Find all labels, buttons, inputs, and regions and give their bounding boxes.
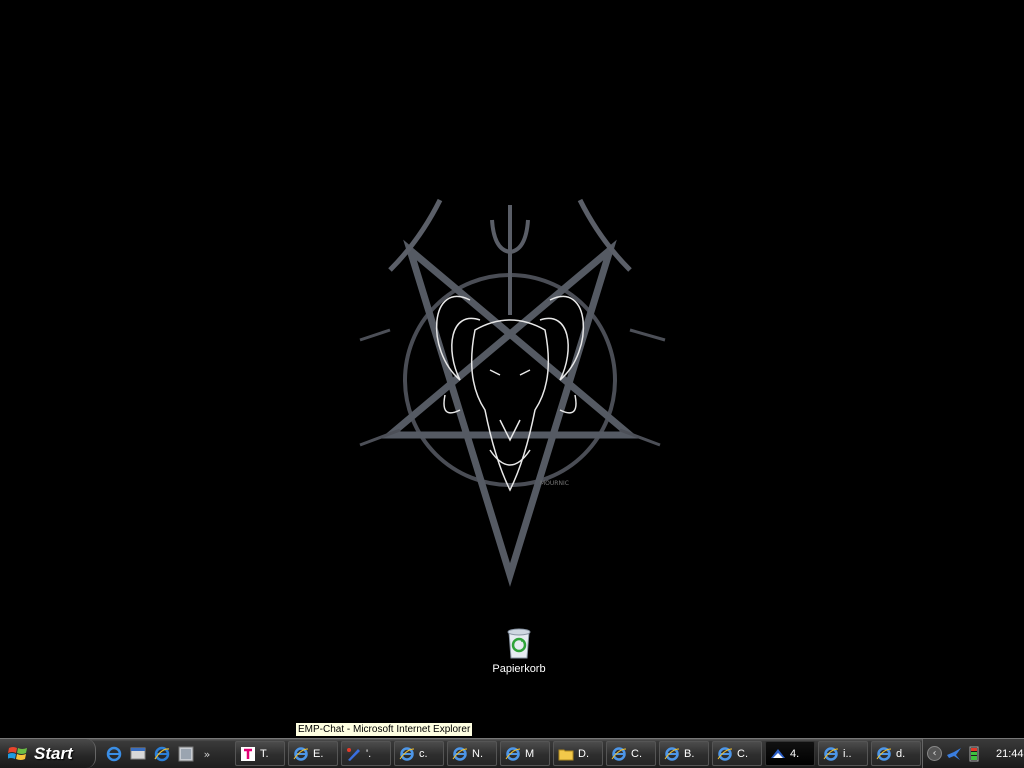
taskbar-button-label: N.	[472, 747, 483, 760]
quick-launch-ie[interactable]	[104, 744, 124, 764]
taskbar-button-label: D.	[578, 747, 589, 760]
taskbar-button[interactable]: d.	[871, 741, 921, 766]
system-tray: ‹ 21:44	[922, 739, 1024, 768]
taskbar-button-label: C.	[631, 747, 642, 760]
clock[interactable]: 21:44	[996, 748, 1024, 760]
desktop[interactable]: MOURNIC Papierkorb	[0, 0, 1024, 738]
taskbar-tooltip: EMP-Chat - Microsoft Internet Explorer	[295, 722, 474, 737]
taskbar-button[interactable]: C.	[712, 741, 762, 766]
taskbar: Start » T. E. '. c. N. M D. C. B. C. 4. …	[0, 738, 1024, 768]
taskbar-button-label: E.	[313, 747, 324, 760]
t-online-icon	[240, 746, 256, 762]
taskbar-button-label: c.	[419, 747, 428, 760]
taskbar-button[interactable]: '.	[341, 741, 391, 766]
taskbar-button[interactable]: B.	[659, 741, 709, 766]
taskbar-button[interactable]: C.	[606, 741, 656, 766]
tray-expand-chevron-icon[interactable]: ‹	[927, 746, 942, 761]
quick-launch-window[interactable]	[176, 744, 196, 764]
quick-launch-ie-2[interactable]	[152, 744, 172, 764]
pentagram-goat-wallpaper: MOURNIC	[359, 198, 666, 587]
recycle-bin-label: Papierkorb	[492, 663, 546, 675]
ie-icon	[154, 746, 170, 762]
start-label: Start	[34, 743, 73, 763]
taskbar-button-label: B.	[684, 747, 695, 760]
ie-icon	[876, 746, 892, 762]
show-desktop-icon	[130, 747, 146, 760]
taskbar-button-label: '.	[366, 747, 372, 760]
ie-icon	[399, 746, 415, 762]
ie-icon	[106, 746, 122, 762]
ie-icon	[664, 746, 680, 762]
taskbar-button[interactable]: c.	[394, 741, 444, 766]
recycle-bin-icon	[507, 628, 531, 659]
taskbar-button[interactable]: T.	[235, 741, 285, 766]
taskbar-button-label: C.	[737, 747, 748, 760]
quick-launch-show-desktop[interactable]	[128, 744, 148, 764]
taskbar-button-label: T.	[260, 747, 269, 760]
svg-text:MOURNIC: MOURNIC	[540, 480, 569, 487]
messenger-icon	[770, 746, 786, 762]
window-icon	[178, 746, 194, 762]
ie-icon	[611, 746, 627, 762]
folder-icon	[558, 746, 574, 762]
taskbar-button[interactable]: M	[500, 741, 550, 766]
ie-icon	[293, 746, 309, 762]
windows-logo-icon	[8, 746, 27, 760]
network-bird-icon[interactable]	[946, 746, 962, 762]
ie-icon	[452, 746, 468, 762]
taskbar-button[interactable]: N.	[447, 741, 497, 766]
quick-launch-bar: »	[104, 742, 214, 766]
taskbar-button-label: M	[525, 747, 535, 760]
taskbar-button-label: 4.	[790, 747, 800, 760]
ie-icon	[823, 746, 839, 762]
taskbar-button-label: i..	[843, 747, 852, 760]
volume-meter-icon[interactable]	[966, 746, 982, 762]
start-button[interactable]: Start	[0, 739, 96, 768]
taskbar-button[interactable]: i..	[818, 741, 868, 766]
taskbar-button-label: d.	[896, 747, 906, 760]
pen-icon	[346, 746, 362, 762]
taskbar-button[interactable]: D.	[553, 741, 603, 766]
ie-icon	[505, 746, 521, 762]
task-list: T. E. '. c. N. M D. C. B. C. 4. i.. d.	[235, 741, 921, 767]
recycle-bin[interactable]: Papierkorb	[484, 626, 554, 675]
quick-launch-more-chevron-icon[interactable]: »	[200, 748, 214, 761]
ie-icon	[717, 746, 733, 762]
taskbar-button[interactable]: E.	[288, 741, 338, 766]
taskbar-button[interactable]: 4.	[765, 741, 815, 766]
